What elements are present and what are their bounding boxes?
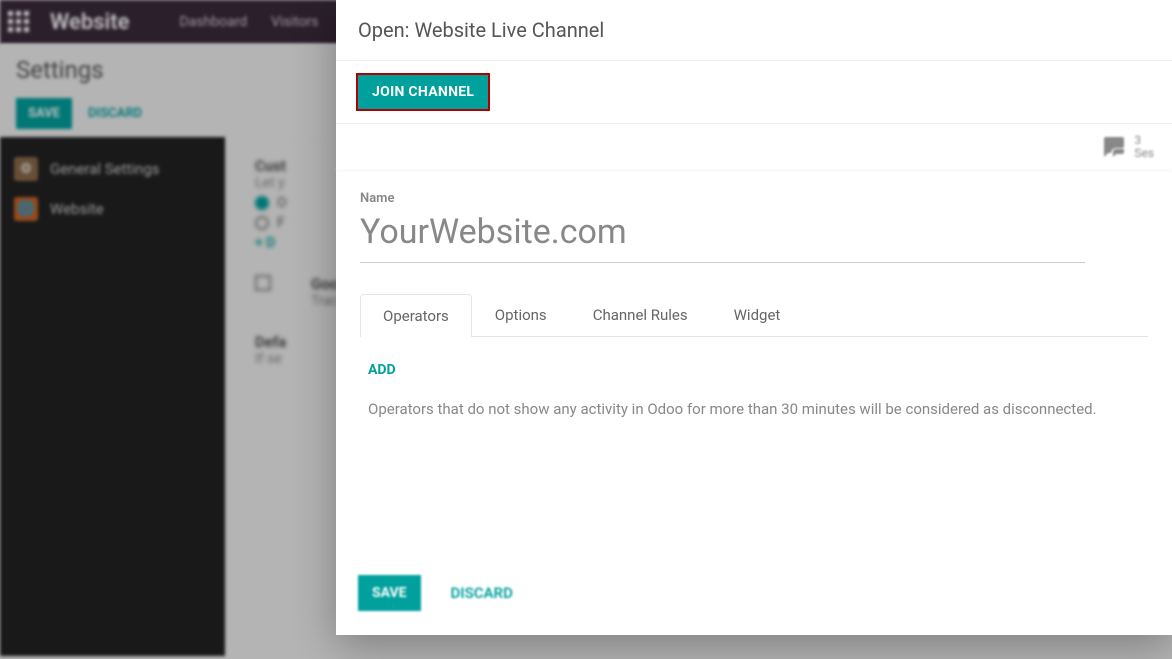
tab-widget[interactable]: Widget (711, 293, 804, 336)
live-channel-modal: Open: Website Live Channel JOIN CHANNEL … (336, 0, 1172, 635)
tab-channel-rules[interactable]: Channel Rules (570, 293, 711, 336)
sessions-stat[interactable]: 3 Ses (1102, 134, 1154, 160)
modal-body: Name Operators Options Channel Rules Wid… (336, 171, 1172, 559)
tab-content-operators: ADD Operators that do not show any activ… (360, 337, 1148, 440)
operators-help-text: Operators that do not show any activity … (368, 400, 1140, 418)
chat-icon (1102, 135, 1126, 159)
join-channel-button[interactable]: JOIN CHANNEL (356, 73, 490, 111)
modal-title: Open: Website Live Channel (336, 0, 1172, 61)
tab-operators[interactable]: Operators (360, 294, 472, 337)
modal-stats: 3 Ses (336, 124, 1172, 171)
tab-options[interactable]: Options (472, 293, 570, 336)
modal-tabs: Operators Options Channel Rules Widget (360, 293, 1148, 337)
channel-name-input[interactable] (360, 208, 1085, 263)
name-field-label: Name (360, 191, 1148, 206)
modal-footer: SAVE DISCARD (336, 559, 1172, 635)
modal-save-button[interactable]: SAVE (358, 575, 421, 611)
add-operator-button[interactable]: ADD (368, 362, 396, 378)
modal-discard-button[interactable]: DISCARD (439, 576, 525, 610)
stat-label: Ses (1134, 147, 1154, 160)
modal-action-bar: JOIN CHANNEL (336, 61, 1172, 124)
